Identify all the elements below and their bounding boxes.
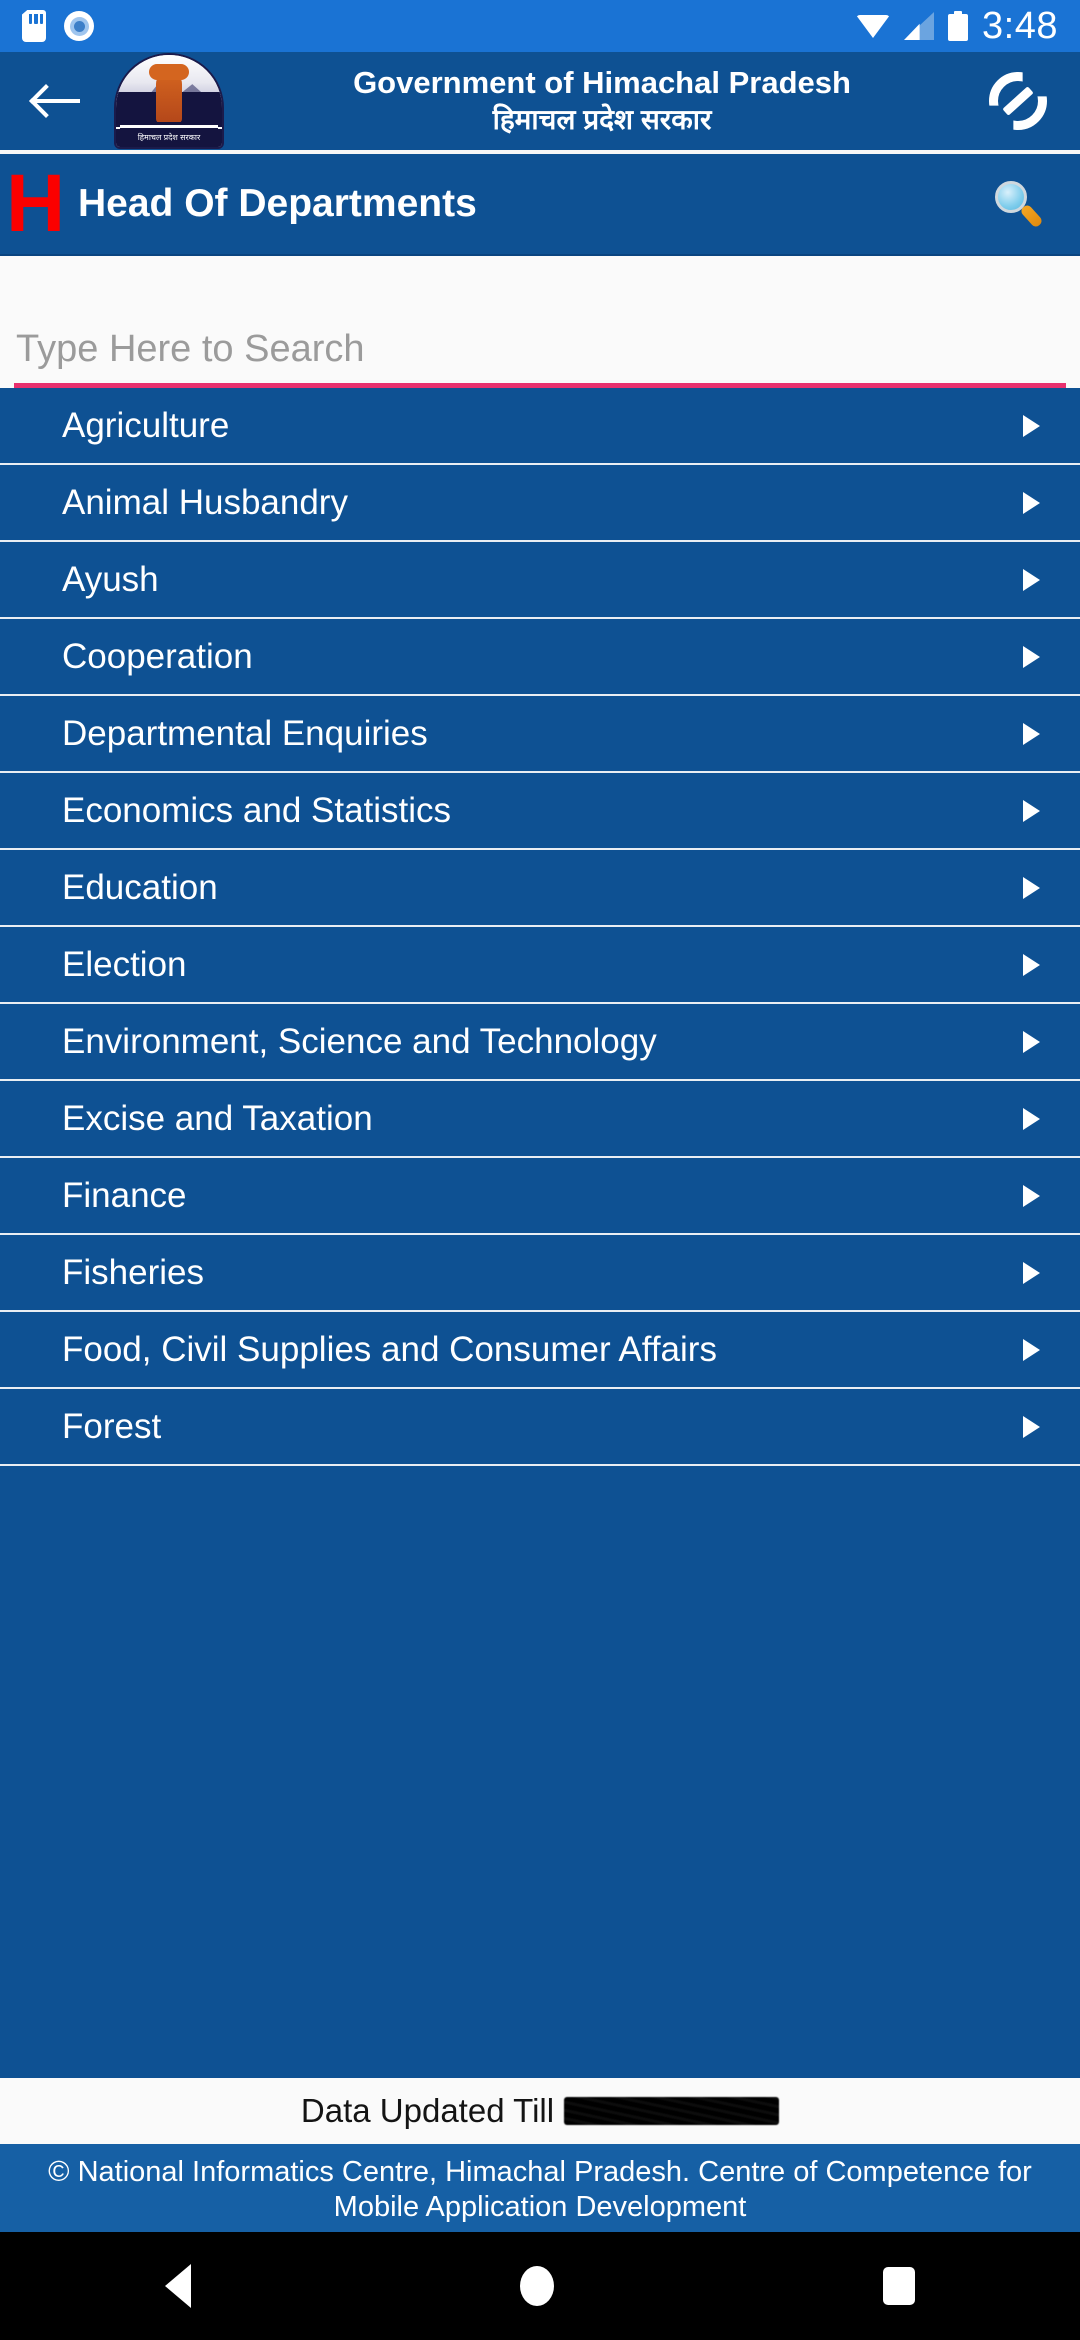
department-row[interactable]: Finance <box>0 1158 1080 1235</box>
department-label: Finance <box>62 1175 187 1215</box>
sync-icon <box>987 70 1049 132</box>
wifi-icon <box>856 13 891 39</box>
magnifier-icon <box>993 179 1044 229</box>
department-row[interactable]: Animal Husbandry <box>0 465 1080 542</box>
department-label: Animal Husbandry <box>62 482 348 522</box>
app-title-bar: H Head Of Departments <box>0 154 1080 256</box>
department-row[interactable]: Departmental Enquiries <box>0 696 1080 773</box>
department-label: Agriculture <box>62 405 230 445</box>
department-row[interactable]: Ayush <box>0 542 1080 619</box>
android-navigation-bar <box>0 2232 1080 2340</box>
department-row[interactable]: Education <box>0 850 1080 927</box>
chevron-right-icon <box>1016 1181 1046 1211</box>
department-label: Food, Civil Supplies and Consumer Affair… <box>62 1329 717 1369</box>
government-titles: Government of Himachal Pradesh हिमाचल प्… <box>224 64 980 139</box>
search-field-container <box>0 256 1080 388</box>
status-bar-clock: 3:48 <box>982 5 1058 47</box>
nav-home-icon[interactable] <box>519 2266 554 2306</box>
department-row[interactable]: Cooperation <box>0 619 1080 696</box>
page-title: Head Of Departments <box>78 182 477 225</box>
department-label: Excise and Taxation <box>62 1098 373 1138</box>
department-label: Fisheries <box>62 1252 204 1292</box>
search-toggle-button[interactable] <box>986 172 1050 236</box>
screen-record-icon <box>64 11 94 41</box>
himachal-pradesh-emblem: हिमाचल प्रदेश सरकार <box>114 53 224 149</box>
chevron-right-icon <box>1016 1258 1046 1288</box>
chevron-right-icon <box>1016 1027 1046 1057</box>
department-label: Departmental Enquiries <box>62 713 428 753</box>
department-label: Environment, Science and Technology <box>62 1021 657 1061</box>
sd-card-icon <box>22 10 46 42</box>
chevron-right-icon <box>1016 1335 1046 1365</box>
department-row[interactable]: Election <box>0 927 1080 1004</box>
department-label: Ayush <box>62 559 159 599</box>
department-label: Election <box>62 944 187 984</box>
nav-back-icon[interactable] <box>164 2264 191 2308</box>
departments-list[interactable]: Agriculture Animal Husbandry Ayush Cooperat… <box>0 388 1080 2078</box>
app-screen: 3:48 हिमाचल प्रदेश सरकार Government of H… <box>0 0 1080 2340</box>
status-bar: 3:48 <box>0 0 1080 52</box>
government-header: हिमाचल प्रदेश सरकार Government of Himach… <box>0 52 1080 154</box>
department-label: Education <box>62 867 218 907</box>
chevron-right-icon <box>1016 1104 1046 1134</box>
chevron-right-icon <box>1016 873 1046 903</box>
head-of-departments-logo: H <box>6 158 66 250</box>
department-label: Forest <box>62 1406 162 1446</box>
data-updated-label: Data Updated Till <box>300 2092 555 2129</box>
department-label: Economics and Statistics <box>62 790 452 830</box>
nav-recents-icon[interactable] <box>883 2267 916 2305</box>
back-arrow-icon <box>34 84 80 118</box>
chevron-right-icon <box>1016 488 1046 518</box>
chevron-right-icon <box>1016 796 1046 826</box>
battery-icon <box>948 11 969 41</box>
department-row[interactable]: Forest <box>0 1389 1080 1466</box>
cellular-signal-icon <box>904 12 935 40</box>
back-button[interactable] <box>24 68 90 134</box>
emblem-caption: हिमाचल प्रदेश सरकार <box>116 129 222 147</box>
department-row[interactable]: Economics and Statistics <box>0 773 1080 850</box>
chevron-right-icon <box>1016 950 1046 980</box>
copyright-footer: © National Informatics Centre, Himachal … <box>0 2144 1080 2232</box>
search-input[interactable] <box>14 328 1066 388</box>
department-row[interactable]: Environment, Science and Technology <box>0 1004 1080 1081</box>
data-updated-bar: Data Updated Till <box>0 2078 1080 2144</box>
department-label: Cooperation <box>62 636 253 676</box>
chevron-right-icon <box>1016 1412 1046 1442</box>
chevron-right-icon <box>1016 719 1046 749</box>
department-row[interactable]: Fisheries <box>0 1235 1080 1312</box>
chevron-right-icon <box>1016 642 1046 672</box>
department-row[interactable]: Excise and Taxation <box>0 1081 1080 1158</box>
status-bar-left-icons <box>22 10 94 42</box>
department-row[interactable]: Food, Civil Supplies and Consumer Affair… <box>0 1312 1080 1389</box>
chevron-right-icon <box>1016 565 1046 595</box>
sync-button[interactable] <box>980 63 1056 139</box>
department-row[interactable]: Agriculture <box>0 388 1080 465</box>
status-bar-right-icons: 3:48 <box>856 7 1058 45</box>
government-title-english: Government of Himachal Pradesh <box>353 64 851 100</box>
data-updated-value-redacted <box>564 2097 780 2125</box>
chevron-right-icon <box>1016 411 1046 441</box>
government-title-hindi: हिमाचल प्रदेश सरकार <box>492 104 712 136</box>
